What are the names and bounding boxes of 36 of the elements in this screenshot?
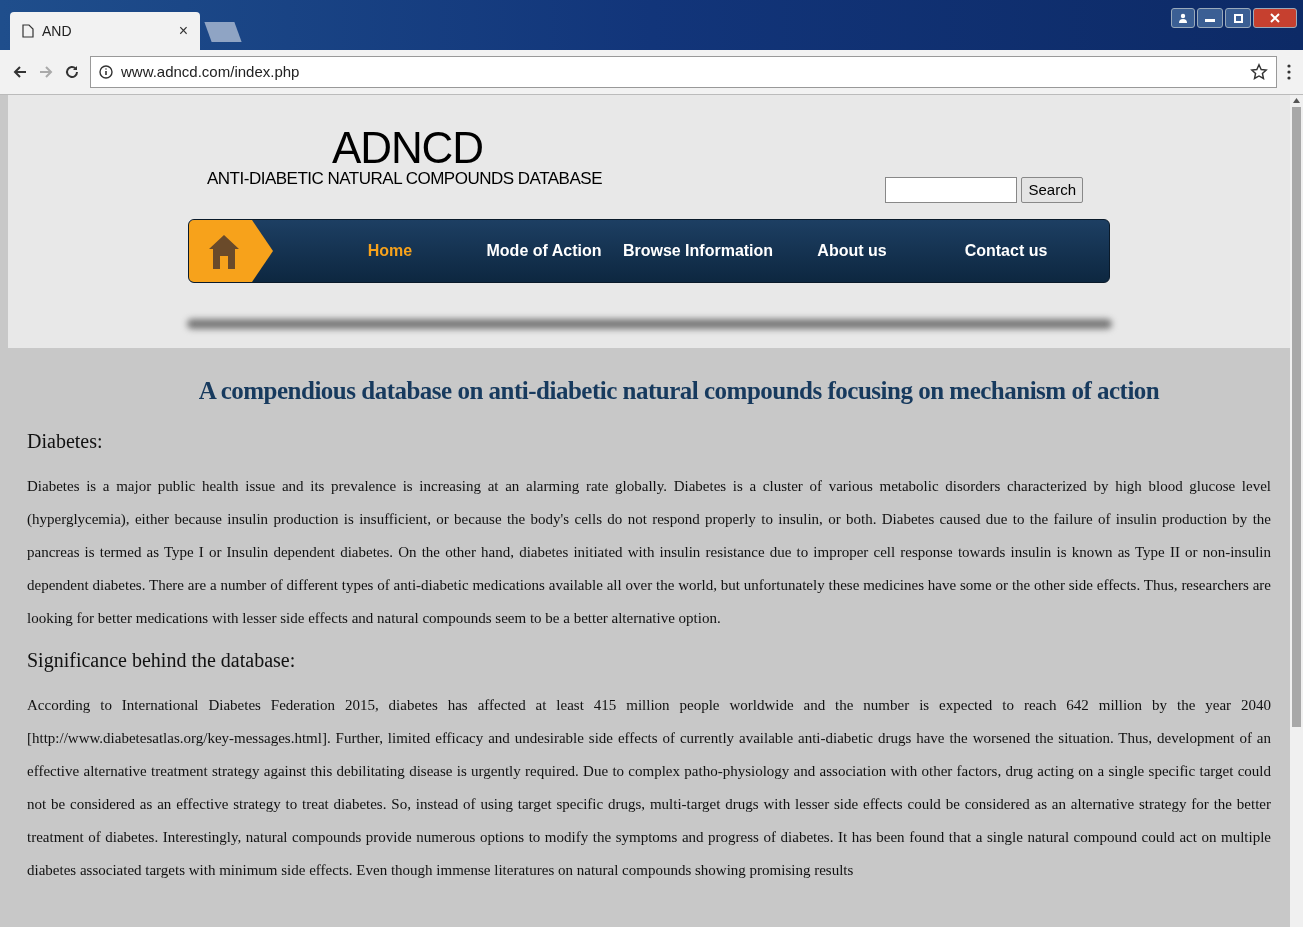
page-icon bbox=[22, 24, 34, 38]
section-paragraph: According to International Diabetes Federation 2015, diabetes has affected at least 415 million people worldwide and the number is expected to reach 642 million by the year 2040 [http://www.diabetesatlas.org/key-messages.html]. Further, limited efficacy and undesirable side effects of currently available anti-diabetic drugs have the worsened the situation. Thus, development of an effective alternative treatment strategy against this debilitating disease is urgently required. Due to complex patho-physiology and association with other factors, drug acting on a single specific target could not be considered as an effective strategy to treat diabetes. So, instead of using target specific drugs, multi-target drugs with lesser side effects could be considered as an alternative strategy for the better treatment of diabetes. Interestingly, natural compounds provide numerous options to modify the symptoms and progress of diabetes. It has been found that a single natural compound could act on multiple diabetes associated targets with minimum side effects. Even though immense literatures on natural compounds showing promising results bbox=[27, 695, 1271, 880]
site-logo: ADNCD bbox=[332, 127, 483, 169]
restore-button[interactable] bbox=[1225, 8, 1251, 28]
section-heading: Significance behind the database: bbox=[27, 647, 297, 674]
browser-tab[interactable]: AND × bbox=[10, 12, 200, 50]
section-heading: Diabetes: bbox=[27, 428, 104, 454]
close-icon bbox=[1270, 13, 1280, 23]
tab-close[interactable]: × bbox=[178, 19, 188, 43]
user-button[interactable] bbox=[1171, 8, 1195, 28]
home-tab[interactable] bbox=[189, 220, 273, 282]
minimize-button[interactable] bbox=[1197, 8, 1223, 28]
nav-link[interactable]: Contact us bbox=[929, 239, 1083, 263]
scroll-up-icon[interactable] bbox=[1293, 98, 1300, 103]
reload-icon[interactable] bbox=[64, 64, 80, 80]
url-text: www.adncd.com/index.php bbox=[121, 61, 301, 82]
tab-title: AND bbox=[42, 21, 73, 41]
search-button[interactable]: Search bbox=[1021, 177, 1083, 203]
nav-link[interactable]: Home bbox=[313, 239, 467, 263]
section-paragraph: Diabetes is a major public health issue and its prevalence is increasing at an alarming rate globally. Diabetes is a cluster of various metabolic disorders characterized by high blood glucose level (hyperglycemia), either because insulin production is insufficient, or because the body's cells do not respond properly to insulin, or both. Diabetes caused due to the failure of insulin production by the pancreas is termed as Type I or Insulin dependent diabetes. On the other hand, diabetes initiated with insulin resistance due to improper cell response towards insulin is known as Type II or non-insulin dependent diabetes. There are a number of different types of anti-diabetic medications available all over the world, but unfortunately these medicines have some or the other side effects. Thus, researchers are looking for better medications with lesser side effects and natural compounds seem to be a better alternative option. bbox=[27, 476, 1271, 628]
site-subtitle: ANTI-DIABETIC NATURAL COMPOUNDS DATABASE bbox=[207, 169, 602, 189]
back-icon[interactable] bbox=[12, 64, 28, 80]
star-icon[interactable] bbox=[1250, 63, 1268, 81]
info-icon bbox=[99, 65, 113, 79]
page-headline: A compendious database on anti-diabetic natural compounds focusing on mechanism of action bbox=[197, 376, 1161, 406]
menu-icon[interactable] bbox=[1287, 64, 1291, 80]
search-field[interactable] bbox=[885, 177, 1018, 203]
scroll-thumb[interactable] bbox=[1292, 107, 1301, 727]
address-bar[interactable]: www.adncd.com/index.php bbox=[90, 56, 1277, 88]
house-icon bbox=[207, 232, 241, 270]
new-tab-button[interactable] bbox=[204, 22, 242, 42]
nav-link[interactable]: Mode of Action bbox=[467, 239, 621, 263]
nav-link[interactable]: About us bbox=[775, 239, 929, 263]
close-button[interactable] bbox=[1253, 8, 1297, 28]
person-icon bbox=[1178, 13, 1188, 23]
nav-link[interactable]: Browse Information bbox=[621, 239, 775, 263]
